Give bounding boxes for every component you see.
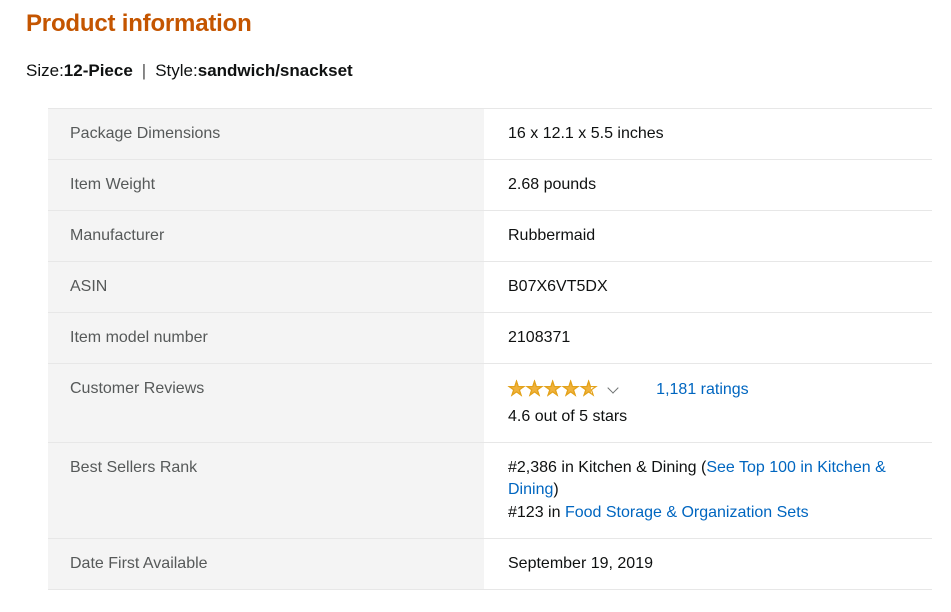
chevron-down-icon[interactable] (608, 383, 620, 395)
row-value-best-sellers-rank: #2,386 in Kitchen & Dining (See Top 100 … (484, 442, 932, 539)
row-label-date-first-available: Date First Available (48, 538, 484, 590)
page-title: Product information (26, 10, 252, 37)
row-label-manufacturer: Manufacturer (48, 210, 484, 262)
row-value-asin: B07X6VT5DX (484, 261, 932, 313)
row-label-customer-reviews: Customer Reviews (48, 363, 484, 443)
row-label-best-sellers-rank: Best Sellers Rank (48, 442, 484, 539)
table-row: Package Dimensions 16 x 12.1 x 5.5 inche… (48, 108, 932, 160)
product-information-table: Package Dimensions 16 x 12.1 x 5.5 inche… (48, 108, 932, 590)
row-label-item-weight: Item Weight (48, 159, 484, 211)
row-value-manufacturer: Rubbermaid (484, 210, 932, 262)
rank-line1-prefix: #2,386 in Kitchen & Dining ( (508, 459, 707, 476)
style-value: sandwich/snackset (197, 61, 353, 80)
size-value: 12-Piece (63, 61, 133, 80)
table-row: Date First Available September 19, 2019 (48, 538, 932, 590)
variant-summary: Size:12-Piece | Style:sandwich/snackset (26, 59, 353, 83)
style-label: Style: (155, 61, 198, 80)
rank-line2-prefix: #123 in (508, 504, 565, 521)
row-label-item-model-number: Item model number (48, 312, 484, 364)
rank-line-food-storage: #123 in Food Storage & Organization Sets (508, 502, 920, 524)
star-rating-fill: ★★★★★ (508, 379, 591, 399)
row-label-asin: ASIN (48, 261, 484, 313)
table-row: Manufacturer Rubbermaid (48, 210, 932, 262)
rank-line1-suffix: ) (553, 481, 559, 498)
row-value-package-dimensions: 16 x 12.1 x 5.5 inches (484, 108, 932, 160)
rank-line-kitchen-dining: #2,386 in Kitchen & Dining (See Top 100 … (508, 457, 920, 501)
ratings-count-link[interactable]: 1,181 ratings (656, 380, 749, 399)
size-label: Size: (26, 61, 64, 80)
food-storage-category-link[interactable]: Food Storage & Organization Sets (565, 504, 809, 521)
table-row-customer-reviews: Customer Reviews ★★★★★ ★★★★★ 1,181 ratin… (48, 363, 932, 443)
row-label-package-dimensions: Package Dimensions (48, 108, 484, 160)
table-row: ASIN B07X6VT5DX (48, 261, 932, 313)
row-value-item-weight: 2.68 pounds (484, 159, 932, 211)
table-row: Item model number 2108371 (48, 312, 932, 364)
table-row-best-sellers-rank: Best Sellers Rank #2,386 in Kitchen & Di… (48, 442, 932, 539)
row-value-customer-reviews: ★★★★★ ★★★★★ 1,181 ratings 4.6 out of 5 s… (484, 363, 932, 443)
star-rating[interactable]: ★★★★★ ★★★★★ (507, 379, 598, 399)
row-value-item-model-number: 2108371 (484, 312, 932, 364)
variant-separator: | (141, 61, 147, 80)
rating-caption: 4.6 out of 5 stars (508, 408, 628, 425)
table-row: Item Weight 2.68 pounds (48, 159, 932, 211)
row-value-date-first-available: September 19, 2019 (484, 538, 932, 590)
